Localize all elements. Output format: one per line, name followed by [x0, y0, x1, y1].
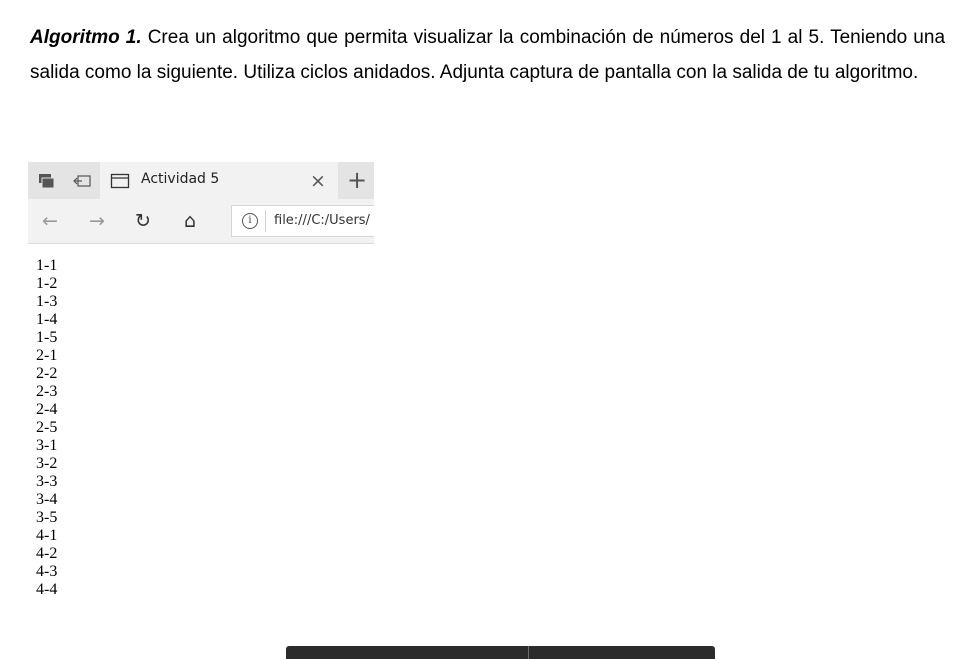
output-line: 3-2	[36, 455, 58, 472]
info-icon[interactable]: i	[242, 213, 258, 229]
new-tab-button[interactable]: +	[340, 162, 374, 199]
output-line: 4-2	[36, 545, 58, 562]
output-line: 2-4	[36, 401, 58, 418]
output-line: 3-5	[36, 509, 58, 526]
tab-stack-icon[interactable]	[36, 171, 56, 191]
output-line: 1-1	[36, 257, 58, 274]
home-icon[interactable]: ⌂	[178, 210, 202, 232]
browser-screenshot: Actividad 5 × + ← → ↻ ⌂ i file:///C:/Use…	[28, 162, 374, 659]
window-icon	[110, 171, 130, 191]
output-line: 4-3	[36, 563, 58, 580]
instructions-body: Crea un algoritmo que permita visualizar…	[30, 27, 946, 83]
output-line: 2-5	[36, 419, 58, 436]
output-line: 4-4	[36, 581, 58, 598]
bottom-toolbar	[286, 646, 715, 659]
tab-bar: Actividad 5 × +	[28, 162, 374, 199]
tabs-aside-icon[interactable]	[72, 171, 92, 191]
navigation-bar: ← → ↻ ⌂ i file:///C:/Users/	[28, 199, 374, 244]
output-line: 3-3	[36, 473, 58, 490]
output-line: 2-2	[36, 365, 58, 382]
back-arrow-icon[interactable]: ←	[38, 210, 62, 232]
address-separator	[265, 210, 266, 232]
output-line: 1-5	[36, 329, 58, 346]
output-line: 1-4	[36, 311, 58, 328]
program-output: 1-1 1-2 1-3 1-4 1-5 2-1 2-2 2-3 2-4 2-5 3-1 3-2 3-3 3…	[36, 257, 57, 599]
address-bar[interactable]: i file:///C:/Users/	[231, 205, 374, 237]
forward-arrow-icon[interactable]: →	[85, 210, 109, 232]
output-line: 3-4	[36, 491, 58, 508]
output-line: 3-1	[36, 437, 58, 454]
output-line: 2-3	[36, 383, 58, 400]
instructions-paragraph: Algoritmo 1. Crea un algoritmo que permi…	[30, 20, 945, 90]
toolbar-divider	[528, 646, 529, 659]
output-line: 1-2	[36, 275, 58, 292]
refresh-icon[interactable]: ↻	[131, 210, 155, 232]
output-line: 4-1	[36, 527, 58, 544]
output-line: 2-1	[36, 347, 58, 364]
close-tab-icon[interactable]: ×	[307, 170, 329, 192]
algorithm-label: Algoritmo 1.	[30, 27, 142, 48]
tab-title: Actividad 5	[141, 171, 220, 187]
output-line: 1-3	[36, 293, 58, 310]
address-url[interactable]: file:///C:/Users/	[274, 213, 370, 228]
tab-actividad-5[interactable]: Actividad 5 ×	[100, 162, 338, 199]
